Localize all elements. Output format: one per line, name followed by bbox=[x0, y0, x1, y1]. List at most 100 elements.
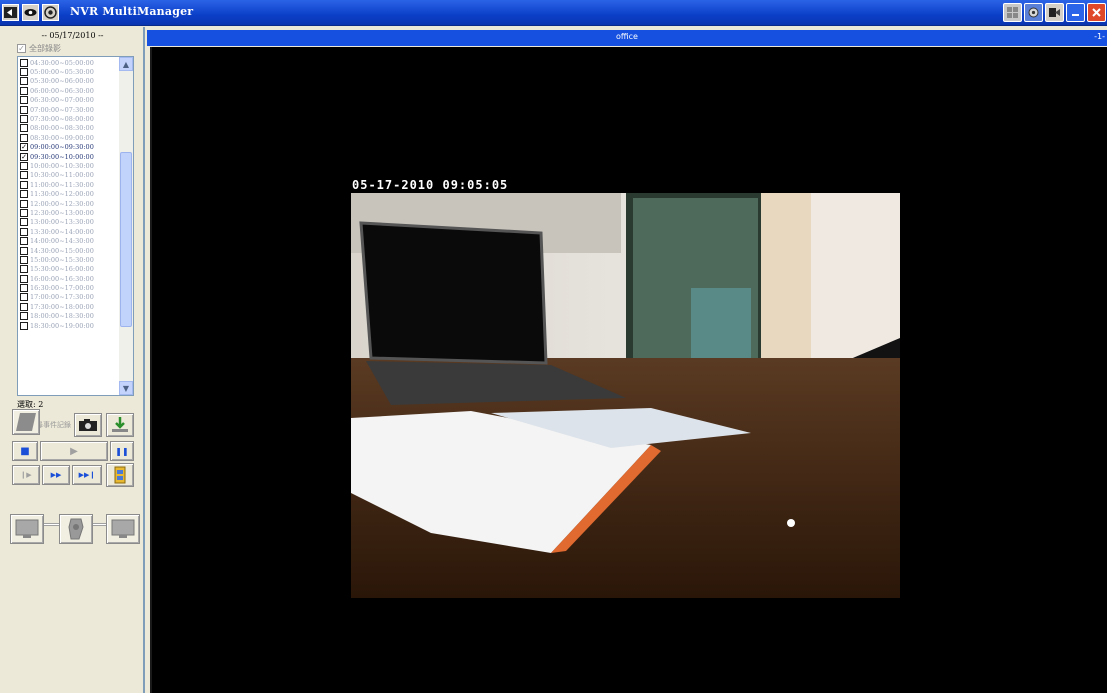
time-slot-item[interactable]: 07:30:00~08:00:00 bbox=[20, 114, 120, 124]
settings-icon[interactable] bbox=[1024, 3, 1043, 22]
time-slot-item[interactable]: 13:00:00~13:30:00 bbox=[20, 218, 120, 227]
scroll-thumb[interactable] bbox=[120, 152, 132, 327]
time-slot-checkbox[interactable] bbox=[20, 86, 28, 95]
time-slot-checkbox[interactable] bbox=[20, 171, 28, 180]
time-slot-list[interactable]: 04:30:00~05:00:00 05:00:00~05:30:00 05:30:… bbox=[17, 56, 134, 396]
pause-button[interactable]: ❚❚ bbox=[110, 441, 134, 461]
time-slot-checkbox[interactable] bbox=[20, 293, 28, 302]
time-slot-checkbox[interactable] bbox=[20, 190, 28, 199]
time-slot-checkbox[interactable] bbox=[20, 124, 28, 133]
back-icon[interactable] bbox=[2, 4, 19, 21]
scroll-up-icon[interactable]: ▲ bbox=[119, 57, 133, 71]
fast-forward-button[interactable]: ▶▶ bbox=[42, 465, 70, 485]
next-segment-button[interactable]: ▶▶❙ bbox=[72, 465, 102, 485]
time-slot-item[interactable]: 11:00:00~11:30:00 bbox=[20, 180, 120, 189]
office-scene-image bbox=[351, 193, 900, 598]
film-export-button[interactable] bbox=[106, 463, 134, 487]
time-slot-item[interactable]: 08:30:00~09:00:00 bbox=[20, 133, 120, 142]
time-slot-item[interactable]: 10:00:00~10:30:00 bbox=[20, 161, 120, 170]
time-slot-item[interactable]: 17:30:00~18:00:00 bbox=[20, 302, 120, 311]
time-slot-checkbox[interactable] bbox=[20, 180, 28, 189]
time-slot-checkbox[interactable] bbox=[20, 312, 28, 321]
time-slot-checkbox[interactable] bbox=[20, 302, 28, 311]
time-slot-label: 14:00:00~14:30:00 bbox=[30, 237, 94, 246]
time-slot-item[interactable]: 10:30:00~11:00:00 bbox=[20, 171, 120, 180]
time-slot-checkbox[interactable] bbox=[20, 115, 28, 124]
scrollbar[interactable]: ▲ ▼ bbox=[119, 57, 133, 395]
time-slot-item[interactable]: 15:30:00~16:00:00 bbox=[20, 265, 120, 274]
time-slot-item[interactable]: ✓ 09:00:00~09:30:00 bbox=[20, 143, 120, 152]
time-slot-item[interactable]: 17:00:00~17:30:00 bbox=[20, 293, 120, 302]
exit-icon[interactable] bbox=[1045, 3, 1064, 22]
time-slot-checkbox[interactable] bbox=[20, 133, 28, 142]
time-slot-item[interactable]: 05:00:00~05:30:00 bbox=[20, 67, 120, 77]
camera-icon bbox=[79, 419, 97, 431]
download-icon bbox=[112, 417, 128, 432]
time-slot-item[interactable]: ✓ 09:30:00~10:00:00 bbox=[20, 152, 120, 161]
time-slot-item[interactable]: 14:00:00~14:30:00 bbox=[20, 236, 120, 246]
time-slot-checkbox[interactable] bbox=[20, 218, 28, 227]
stop-button[interactable]: ■ bbox=[12, 441, 38, 461]
eye-icon[interactable] bbox=[22, 4, 39, 21]
all-recordings-checkbox[interactable]: ✓ 全部錄影 bbox=[17, 43, 61, 54]
time-slot-checkbox[interactable] bbox=[20, 77, 28, 86]
date-header: -- 05/17/2010 -- bbox=[41, 31, 104, 40]
scroll-down-icon[interactable]: ▼ bbox=[119, 381, 133, 395]
title-bar: NVR MultiManager bbox=[0, 0, 1107, 26]
time-slot-checkbox[interactable]: ✓ bbox=[20, 143, 28, 152]
multi-view-button[interactable] bbox=[106, 514, 140, 544]
time-slot-label: 06:30:00~07:00:00 bbox=[30, 96, 94, 105]
time-slot-item[interactable]: 06:00:00~06:30:00 bbox=[20, 86, 120, 95]
camera-ring-icon[interactable] bbox=[42, 4, 59, 21]
time-slot-item[interactable]: 07:00:00~07:30:00 bbox=[20, 105, 120, 114]
time-slot-item[interactable]: 04:30:00~05:00:00 bbox=[20, 58, 120, 67]
checkbox-box[interactable]: ✓ bbox=[17, 44, 26, 53]
time-slot-item[interactable]: 08:00:00~08:30:00 bbox=[20, 124, 120, 133]
layout-icon[interactable] bbox=[1003, 3, 1022, 22]
time-slot-item[interactable]: 18:30:00~19:00:00 bbox=[20, 321, 120, 330]
time-slot-checkbox[interactable] bbox=[20, 265, 28, 274]
time-slot-label: 05:00:00~05:30:00 bbox=[30, 68, 94, 77]
time-slot-label: 15:30:00~16:00:00 bbox=[30, 265, 94, 274]
time-slot-checkbox[interactable] bbox=[20, 68, 28, 77]
close-icon[interactable] bbox=[1087, 3, 1106, 22]
time-slot-item[interactable]: 16:00:00~16:30:00 bbox=[20, 274, 120, 283]
step-forward-button[interactable]: ❙▶ bbox=[12, 465, 40, 485]
export-button[interactable] bbox=[106, 413, 134, 437]
time-slot-item[interactable]: 15:00:00~15:30:00 bbox=[20, 255, 120, 264]
play-button[interactable]: ▶ bbox=[40, 441, 108, 461]
minimize-icon[interactable] bbox=[1066, 3, 1085, 22]
time-slot-checkbox[interactable] bbox=[20, 199, 28, 208]
time-slot-checkbox[interactable] bbox=[20, 96, 28, 105]
snapshot-frame-button[interactable] bbox=[12, 409, 40, 435]
time-slot-item[interactable]: 11:30:00~12:00:00 bbox=[20, 189, 120, 199]
time-slot-item[interactable]: 06:30:00~07:00:00 bbox=[20, 96, 120, 105]
time-slot-checkbox[interactable] bbox=[20, 105, 28, 114]
time-slot-checkbox[interactable] bbox=[20, 284, 28, 293]
time-slot-item[interactable]: 12:00:00~12:30:00 bbox=[20, 199, 120, 208]
time-slot-checkbox[interactable] bbox=[20, 246, 28, 255]
time-slot-item[interactable]: 16:30:00~17:00:00 bbox=[20, 283, 120, 293]
time-slot-label: 10:00:00~10:30:00 bbox=[30, 161, 94, 170]
time-slot-item[interactable]: 13:30:00~14:00:00 bbox=[20, 227, 120, 236]
film-icon bbox=[114, 466, 126, 484]
time-slot-checkbox[interactable] bbox=[20, 321, 28, 330]
time-slot-checkbox[interactable] bbox=[20, 58, 28, 67]
time-slot-checkbox[interactable] bbox=[20, 227, 28, 236]
time-slot-item[interactable]: 12:30:00~13:00:00 bbox=[20, 208, 120, 217]
time-slot-item[interactable]: 18:00:00~18:30:00 bbox=[20, 312, 120, 321]
camera-frame[interactable] bbox=[351, 193, 900, 598]
time-slot-item[interactable]: 14:30:00~15:00:00 bbox=[20, 246, 120, 255]
time-slot-checkbox[interactable] bbox=[20, 255, 28, 264]
camera-capture-button[interactable] bbox=[74, 413, 102, 437]
time-slot-checkbox[interactable] bbox=[20, 274, 28, 283]
time-slot-checkbox[interactable]: ✓ bbox=[20, 152, 28, 161]
time-slot-checkbox[interactable] bbox=[20, 161, 28, 170]
playback-mode-button[interactable] bbox=[59, 514, 93, 544]
time-slot-checkbox[interactable] bbox=[20, 208, 28, 217]
time-slot-item[interactable]: 05:30:00~06:00:00 bbox=[20, 77, 120, 86]
time-slot-checkbox[interactable] bbox=[20, 237, 28, 246]
time-slot-label: 13:00:00~13:30:00 bbox=[30, 218, 94, 227]
all-recordings-label: 全部錄影 bbox=[29, 44, 61, 53]
single-view-button[interactable] bbox=[10, 514, 44, 544]
